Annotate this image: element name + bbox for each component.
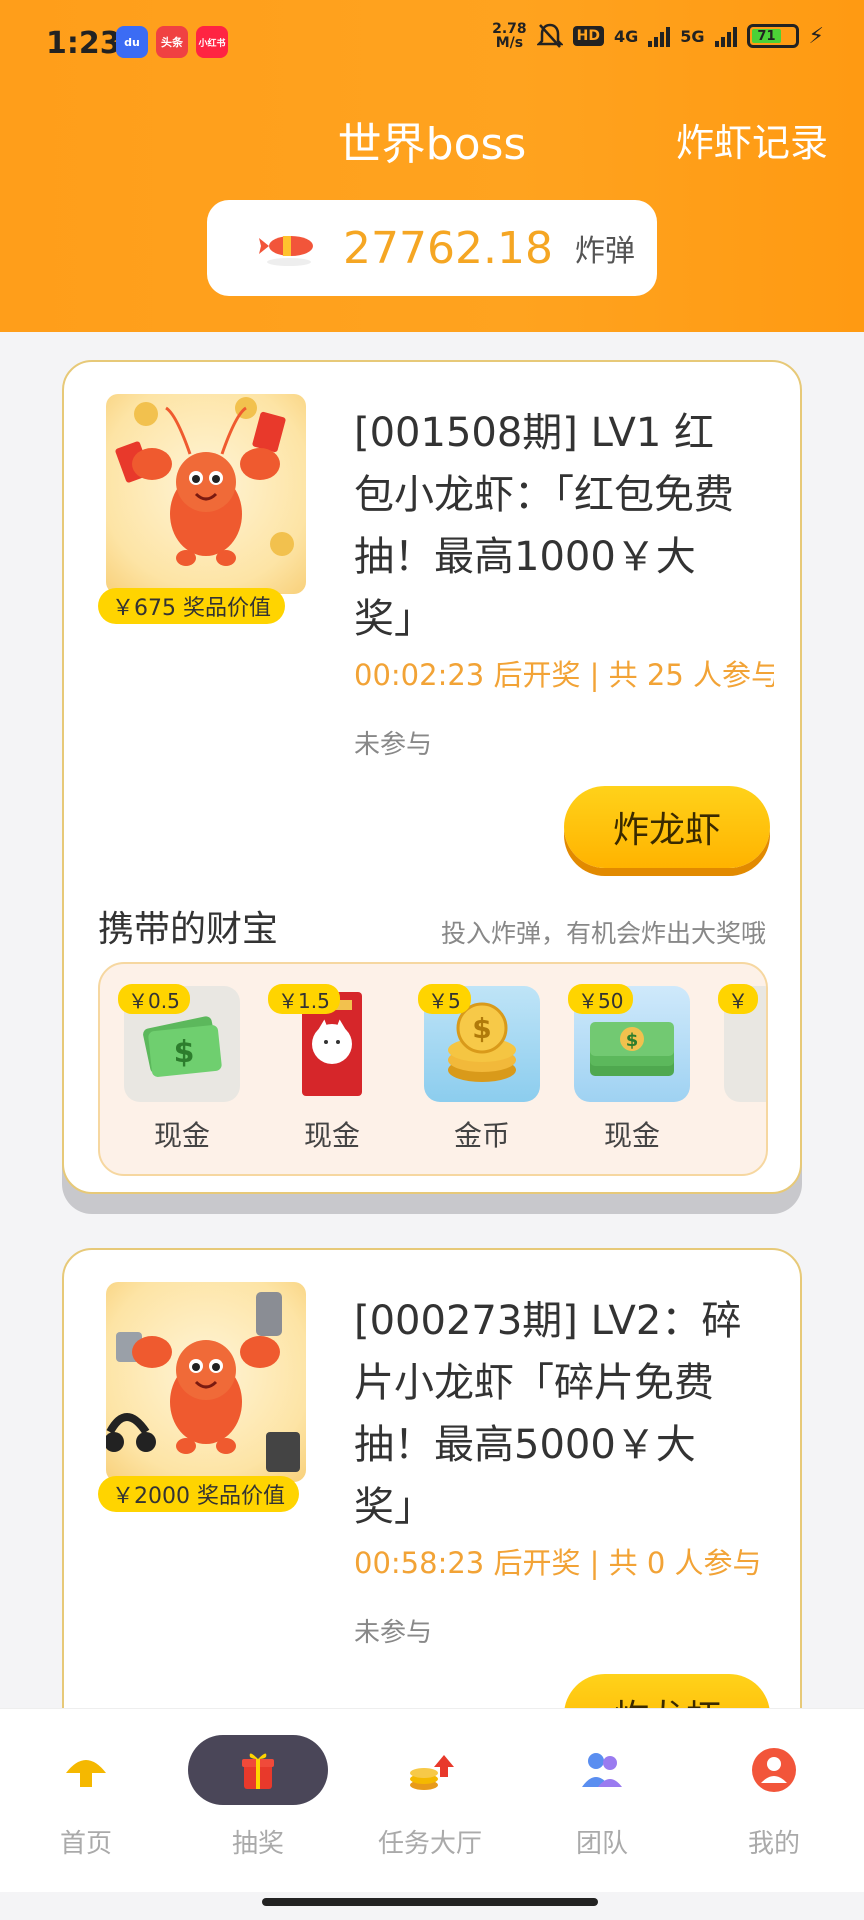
nav-profile[interactable]: 我的: [688, 1709, 860, 1893]
status-time: 1:23: [46, 26, 121, 61]
treasure-list: $ ￥0.5 现金 ￥1.5 现金 $ ￥5 金币 $ ￥50 现金 ￥: [98, 962, 768, 1176]
bomb-unit: 炸弹: [574, 234, 635, 269]
network-5g-label: 5G: [680, 26, 705, 46]
profile-icon: [752, 1748, 796, 1792]
bomb-icon: [259, 236, 313, 266]
participation-status: 未参与: [354, 730, 433, 760]
net-speed: 2.78 M/s: [492, 21, 527, 51]
status-indicators: 2.78 M/s HD 4G 5G 71 ⚡: [492, 22, 824, 50]
nav-lottery[interactable]: 抽奖: [172, 1709, 344, 1893]
lobster-prize-image: [106, 394, 306, 594]
home-indicator[interactable]: [262, 1898, 598, 1906]
nav-label: 首页: [59, 1829, 112, 1859]
treasure-price: ￥1.5: [268, 984, 340, 1014]
svg-text:$: $: [626, 1030, 639, 1051]
prize-value-tag: ￥675 奖品价值: [98, 588, 285, 624]
battery-icon: 71: [746, 24, 799, 48]
treasure-item[interactable]: $ ￥0.5 现金: [118, 984, 240, 1156]
nav-label: 我的: [747, 1829, 800, 1859]
hd-badge: HD: [572, 26, 605, 46]
network-4g-label: 4G: [614, 26, 639, 46]
treasure-item[interactable]: ￥: [718, 984, 766, 1156]
treasure-price: ￥50: [568, 984, 634, 1014]
treasure-title: 携带的财宝: [98, 909, 279, 950]
nav-label: 任务大厅: [377, 1829, 482, 1859]
fry-lobster-button[interactable]: 炸龙虾: [564, 786, 770, 868]
treasure-hint: 投入炸弹，有机会炸出大奖哦: [440, 919, 766, 948]
header: 1:23 du 头条 小红书 2.78 M/s HD 4G 5G 71 ⚡ 世界…: [0, 0, 864, 332]
card-title: [001508期] LV1 红包小龙虾：「红包免费抽！最高1000￥大奖」: [354, 410, 734, 642]
nav-task-hall[interactable]: 任务大厅: [344, 1709, 516, 1893]
bomb-value: 27762.18: [343, 222, 553, 274]
treasure-price: ￥5: [418, 984, 471, 1014]
lobster-prize-image: [106, 1282, 306, 1482]
gift-icon: [242, 1753, 274, 1789]
task-hall-icon: [410, 1755, 454, 1790]
signal-5g-icon: [714, 25, 737, 47]
nav-label: 团队: [575, 1829, 628, 1859]
card-title: [000273期] LV2：碎片小龙虾「碎片免费抽！最高5000￥大奖」: [354, 1298, 742, 1530]
treasure-label: 现金: [153, 1119, 210, 1152]
baidu-app-icon: du: [116, 26, 148, 58]
bomb-balance: 27762.18 炸弹: [207, 200, 657, 296]
charging-icon: ⚡: [808, 23, 824, 49]
home-icon: [66, 1760, 106, 1787]
battery-level: 71: [751, 29, 782, 44]
nav-team[interactable]: 团队: [516, 1709, 688, 1893]
treasure-price: ￥: [718, 984, 758, 1014]
toutiao-app-icon: 头条: [156, 26, 188, 58]
nav-home[interactable]: 首页: [0, 1709, 172, 1893]
fry-record-link[interactable]: 炸虾记录: [676, 112, 828, 167]
prize-value-tag: ￥2000 奖品价值: [98, 1476, 299, 1512]
treasure-item[interactable]: $ ￥5 金币: [418, 984, 540, 1156]
mute-bell-icon: [536, 23, 563, 48]
treasure-item[interactable]: $ ￥50 现金: [568, 984, 690, 1156]
treasure-label: 现金: [303, 1119, 360, 1152]
status-bar: 1:23 du 头条 小红书 2.78 M/s HD 4G 5G 71 ⚡: [0, 0, 864, 86]
nav-label: 抽奖: [231, 1829, 284, 1859]
treasure-price: ￥0.5: [118, 984, 190, 1014]
treasure-label: 金币: [453, 1119, 510, 1152]
lottery-card: ￥675 奖品价值 [001508期] LV1 红包小龙虾：「红包免费抽！最高1…: [62, 360, 802, 1194]
bottom-nav: 首页 抽奖 任务大厅 团队 我的: [0, 1708, 864, 1892]
status-app-icons: du 头条 小红书: [116, 26, 228, 58]
xiaohongshu-app-icon: 小红书: [196, 26, 228, 58]
treasure-label: 现金: [603, 1119, 660, 1152]
team-icon: [582, 1753, 622, 1787]
countdown-text: 00:02:23 后开奖 | 共 25 人参与: [354, 658, 774, 692]
lottery-card: ￥2000 奖品价值 [000273期] LV2：碎片小龙虾「碎片免费抽！最高5…: [62, 1248, 802, 1768]
svg-text:$: $: [174, 1035, 195, 1070]
signal-4g-icon: [648, 25, 671, 47]
treasure-item[interactable]: ￥1.5 现金: [268, 984, 390, 1156]
svg-text:$: $: [472, 1012, 491, 1045]
countdown-text: 00:58:23 后开奖 | 共 0 人参与: [354, 1546, 762, 1580]
participation-status: 未参与: [354, 1618, 433, 1648]
